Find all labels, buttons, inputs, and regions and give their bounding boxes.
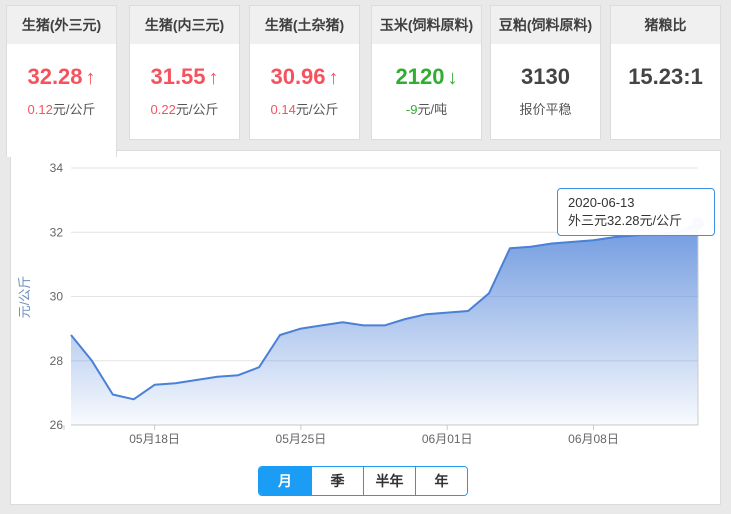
tab-half-year[interactable]: 半年: [363, 467, 415, 495]
y-tick-label: 30: [50, 290, 64, 304]
tab-month[interactable]: 月: [259, 467, 311, 495]
price-card-hog-grain-ratio[interactable]: 猪粮比 15.23:1: [610, 5, 721, 140]
y-tick-label: 34: [50, 161, 64, 175]
card-value: 32.28 ↑: [27, 64, 96, 89]
y-axis-title: 元/公斤: [17, 276, 32, 319]
card-title: 豆粕(饲料原料): [491, 6, 600, 44]
x-tick-label: 06月08日: [568, 432, 619, 446]
card-value: 2120 ↓: [395, 64, 458, 89]
card-value: 31.55 ↑: [150, 64, 219, 89]
card-title: 猪粮比: [611, 6, 720, 44]
up-arrow-icon: ↑: [208, 67, 219, 89]
card-status: 报价平稳: [519, 102, 572, 117]
price-card-waisanyuan[interactable]: 生猪(外三元) 32.28 ↑ 0.12元/公斤: [6, 5, 117, 157]
x-tick-label: 06月01日: [422, 432, 473, 446]
card-value: 15.23:1: [628, 64, 703, 89]
card-title: 生猪(土杂猪): [250, 6, 359, 44]
down-arrow-icon: ↓: [447, 67, 458, 89]
price-card-tuzazhu[interactable]: 生猪(土杂猪) 30.96 ↑ 0.14元/公斤: [249, 5, 360, 140]
card-title: 生猪(内三元): [130, 6, 239, 44]
tab-quarter[interactable]: 季: [311, 467, 363, 495]
card-change: 0.14元/公斤: [270, 102, 339, 117]
period-tab-group: 月 季 半年 年: [258, 466, 468, 496]
card-change: 0.22元/公斤: [150, 102, 219, 117]
y-tick-label: 26: [50, 418, 64, 432]
tooltip-date: 2020-06-13: [568, 195, 635, 210]
up-arrow-icon: ↑: [328, 67, 339, 89]
tab-year[interactable]: 年: [415, 467, 467, 495]
tooltip-value: 外三元32.28元/公斤: [568, 213, 683, 228]
x-tick-label: 05月25日: [276, 432, 327, 446]
y-tick-label: 28: [50, 354, 64, 368]
chart-tooltip: 2020-06-13 外三元32.28元/公斤: [557, 188, 715, 236]
card-change: 0.12元/公斤: [27, 102, 96, 117]
chart-panel: 26 28 30 32 34 元/公斤 05月18日 05月25日 06月01日 06月08日 2…: [10, 150, 721, 505]
card-change: -9元/吨: [405, 102, 448, 117]
price-card-neisanyuan[interactable]: 生猪(内三元) 31.55 ↑ 0.22元/公斤: [129, 5, 240, 140]
up-arrow-icon: ↑: [85, 67, 96, 89]
card-value: 30.96 ↑: [270, 64, 339, 89]
x-tick-label: 05月18日: [129, 432, 180, 446]
y-tick-label: 32: [50, 225, 64, 239]
card-title: 玉米(饲料原料): [372, 6, 481, 44]
card-title: 生猪(外三元): [7, 6, 116, 44]
price-dashboard: 生猪(外三元) 32.28 ↑ 0.12元/公斤 生猪(内三元) 31.55 ↑ 0…: [0, 0, 731, 514]
area-series: [71, 223, 698, 425]
price-card-soymeal[interactable]: 豆粕(饲料原料) 3130 报价平稳: [490, 5, 601, 140]
price-card-corn[interactable]: 玉米(饲料原料) 2120 ↓ -9元/吨: [371, 5, 482, 140]
card-value: 3130: [521, 64, 570, 89]
